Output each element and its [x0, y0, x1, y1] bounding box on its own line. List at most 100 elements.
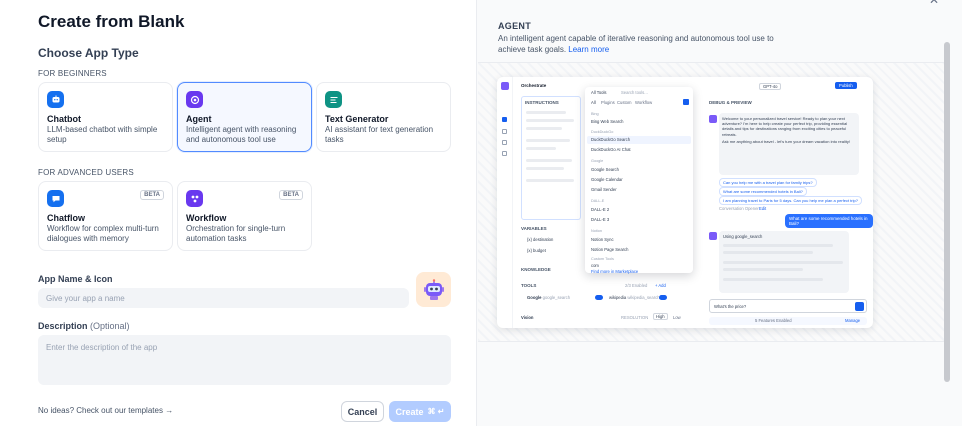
- mock-group: Bing: [591, 112, 599, 116]
- mock-line: [526, 139, 570, 142]
- beginners-label: FOR BEGINNERS: [38, 69, 107, 78]
- mock-tool: Gmail Sender: [591, 187, 617, 192]
- mock-tool: DALL-E 2: [591, 207, 610, 212]
- mock-suggestion: I am planning travel to Paris for 5 days…: [719, 196, 862, 205]
- choose-app-type-label: Choose App Type: [38, 46, 139, 60]
- mock-welcome: Welcome to your personalized travel serv…: [722, 116, 848, 137]
- mock-app-icon: [501, 82, 509, 90]
- mock-line: [526, 111, 566, 114]
- app-name-input[interactable]: [38, 288, 409, 308]
- app-type-agent[interactable]: Agent Intelligent agent with reasoning a…: [177, 82, 312, 152]
- mock-line: [723, 268, 803, 271]
- mock-suggestion: What are some recommended hotels in Bali…: [719, 187, 807, 196]
- mock-toggle: [659, 295, 667, 300]
- mock-filter-plugins: Plugins: [601, 100, 615, 105]
- advanced-users-label: FOR ADVANCED USERS: [38, 168, 134, 177]
- mock-vision: Vision: [521, 315, 534, 320]
- card-name: Chatflow: [47, 213, 85, 223]
- mock-tool: Notion Sync: [591, 237, 614, 242]
- app-icon-picker[interactable]: [416, 272, 451, 307]
- mock-publish: Publish: [835, 82, 857, 89]
- mock-group: Custom Tools: [591, 257, 614, 261]
- chatflow-icon: [47, 190, 64, 207]
- learn-more-link[interactable]: Learn more: [568, 45, 609, 54]
- mock-features: 5 Features Enabled: [755, 318, 792, 323]
- beta-badge: BETA: [279, 190, 303, 200]
- app-type-workflow[interactable]: BETA Workflow Orchestration for single-t…: [177, 181, 312, 251]
- mock-var-destination: {x} destination: [527, 237, 554, 242]
- mock-find-more: Find more in Marketplace: [591, 269, 639, 274]
- mock-line: [723, 261, 843, 264]
- mock-nav-icon: [502, 129, 507, 134]
- dialog-title: Create from Blank: [38, 12, 185, 31]
- mock-group: Notion: [591, 229, 602, 233]
- mock-line: [526, 167, 564, 170]
- mock-conv-opener: Conversation Opener: [719, 206, 759, 211]
- mock-knowledge-label: KNOWLEDGE: [521, 267, 551, 272]
- mock-using-tool: google_search: [734, 234, 763, 239]
- mock-app-name: Orchestrate: [521, 83, 547, 88]
- mock-debug-label: DEBUG & PREVIEW: [709, 100, 752, 105]
- card-name: Agent: [186, 114, 212, 124]
- mock-tool-wiki-name: wikipedia: [609, 295, 627, 300]
- mock-line: [526, 119, 574, 122]
- mock-variables-label: VARIABLES: [521, 226, 547, 231]
- description-input[interactable]: [38, 335, 451, 385]
- card-desc: Workflow for complex multi-turn dialogue…: [47, 224, 159, 243]
- card-desc: Intelligent agent with reasoning and aut…: [186, 125, 297, 144]
- mock-group: DuckDuckGo: [591, 130, 614, 134]
- card-desc: AI assistant for text generation tasks: [325, 125, 434, 144]
- mock-bot-reply: Using google_search: [719, 231, 849, 293]
- card-name: Text Generator: [325, 114, 389, 124]
- mock-tools-dropdown: All Tools Search tools... All Plugins Cu…: [585, 87, 693, 274]
- chatbot-icon: [47, 91, 64, 108]
- mock-line: [526, 147, 556, 150]
- preview-title: AGENT: [498, 21, 531, 31]
- scrollbar[interactable]: [944, 42, 950, 382]
- mock-line: [723, 278, 823, 281]
- agent-icon: [186, 91, 203, 108]
- mock-suggestion: Can you help me with a travel plan for f…: [719, 178, 817, 187]
- create-app-form: Create from Blank Choose App Type FOR BE…: [0, 0, 476, 426]
- mock-tool: Google Search: [591, 167, 619, 172]
- mock-var-budget: {x} budget: [527, 248, 546, 253]
- mock-add: + Add: [655, 283, 666, 288]
- create-button[interactable]: Create ⌘ ↵: [389, 401, 451, 422]
- robot-icon: [423, 278, 444, 300]
- mock-sidebar: [497, 77, 513, 328]
- mock-all-tools: All Tools: [591, 90, 607, 95]
- card-desc: LLM-based chatbot with simple setup: [47, 125, 158, 144]
- mock-search-tools: Search tools...: [621, 90, 648, 95]
- mock-model: GPT-4o: [759, 83, 782, 90]
- mock-filter-all: All: [591, 100, 596, 105]
- beta-badge: BETA: [140, 190, 164, 200]
- mock-tool-google: Google google_search: [527, 295, 570, 300]
- mock-tool: Google Calendar: [591, 177, 623, 182]
- mock-group: Google: [591, 159, 604, 163]
- app-type-text-generator[interactable]: Text Generator AI assistant for text gen…: [316, 82, 451, 152]
- mock-nav-icon: [502, 140, 507, 145]
- mock-tool: DuckDuckGo Search: [591, 137, 631, 142]
- mock-res-high: High: [653, 313, 668, 320]
- mock-user-message: What are some recommended hotels in Bali…: [785, 214, 873, 228]
- mock-tool-wikipedia: wikipedia wikipedia_search: [609, 295, 660, 300]
- mock-tools-count: 2/3 Enabled: [625, 283, 648, 288]
- mock-tool: DALL-E 3: [591, 217, 610, 222]
- cancel-button[interactable]: Cancel: [341, 401, 384, 422]
- mock-edit: Edit: [759, 206, 767, 211]
- agent-preview-screenshot: Orchestrate INSTRUCTIONS VARIABLES {x} d…: [497, 77, 873, 328]
- workflow-icon: [186, 190, 203, 207]
- app-type-chatbot[interactable]: Chatbot LLM-based chatbot with simple se…: [38, 82, 173, 152]
- mock-nav-icon: [502, 151, 507, 156]
- templates-link[interactable]: No ideas? Check out our templates →: [38, 406, 173, 415]
- app-type-chatflow[interactable]: BETA Chatflow Workflow for complex multi…: [38, 181, 173, 251]
- mock-send-icon: [855, 302, 864, 311]
- mock-using: Using google_search: [723, 234, 762, 239]
- mock-tool-wiki-fn: wikipedia_search: [627, 295, 660, 300]
- close-icon[interactable]: ✕: [924, 0, 944, 8]
- mock-tools-label: TOOLS: [521, 283, 537, 288]
- templates-link-text: No ideas? Check out our templates: [38, 406, 163, 415]
- mock-line: [526, 159, 572, 162]
- mock-line: [526, 179, 574, 182]
- mock-using-label: Using: [723, 234, 734, 239]
